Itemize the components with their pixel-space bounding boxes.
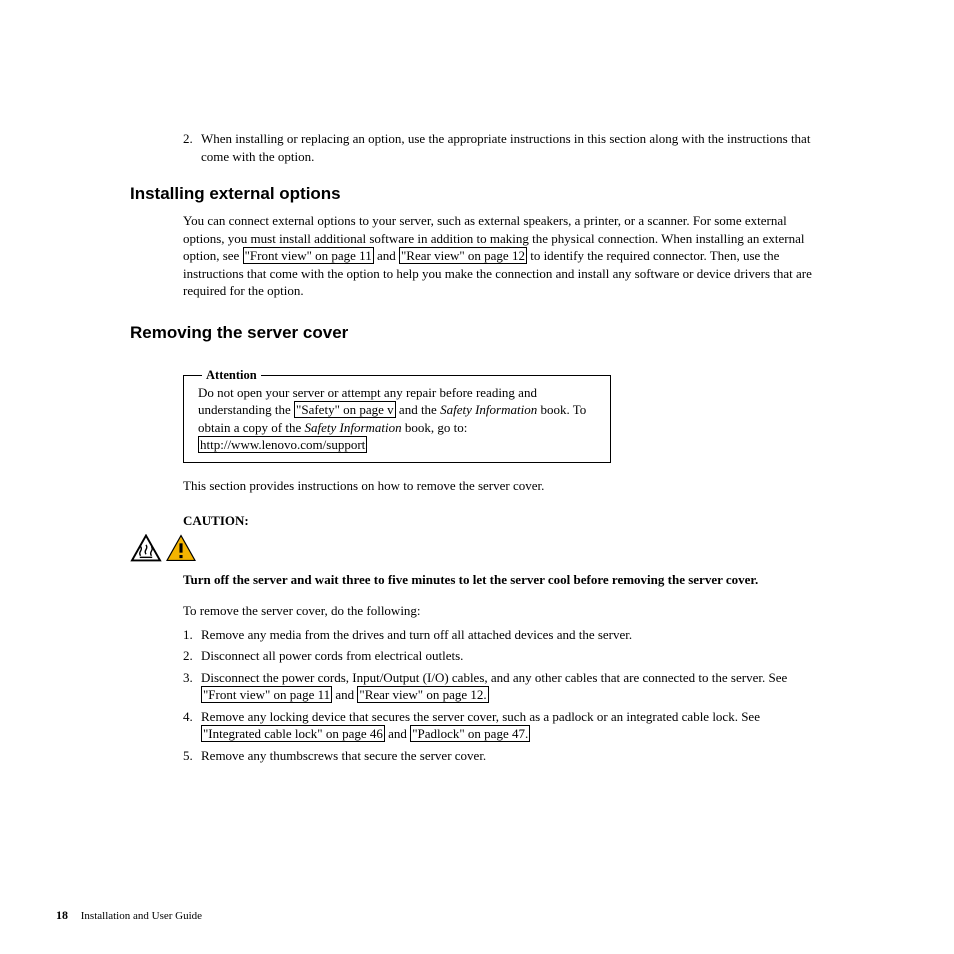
footer-title: Installation and User Guide xyxy=(81,910,202,922)
heading-installing-external-options: Installing external options xyxy=(130,183,819,206)
list-item: 3. Disconnect the power cords, Input/Out… xyxy=(183,669,819,704)
caution-label: CAUTION: xyxy=(183,512,819,530)
paragraph: You can connect external options to your… xyxy=(183,212,819,300)
steps-intro: To remove the server cover, do the follo… xyxy=(183,602,819,620)
list-number: 5. xyxy=(183,747,201,765)
page-footer: 18 Installation and User Guide xyxy=(56,907,202,924)
caution-icons xyxy=(130,534,819,567)
list-text: Remove any thumbscrews that secure the s… xyxy=(201,747,486,765)
list-number: 1. xyxy=(183,626,201,644)
heading-removing-server-cover: Removing the server cover xyxy=(130,322,819,345)
link-front-view[interactable]: "Front view" on page 11 xyxy=(201,686,332,703)
list-text: Remove any media from the drives and tur… xyxy=(201,626,632,644)
steps-list: 1. Remove any media from the drives and … xyxy=(130,626,819,765)
list-number: 3. xyxy=(183,669,201,704)
hot-surface-icon xyxy=(130,534,162,562)
link-safety[interactable]: "Safety" on page v xyxy=(294,401,396,418)
attention-box: Attention Do not open your server or att… xyxy=(183,375,611,463)
attention-text: Do not open your server or attempt any r… xyxy=(198,384,598,437)
link-lenovo-support[interactable]: http://www.lenovo.com/support xyxy=(198,436,367,453)
link-front-view[interactable]: "Front view" on page 11 xyxy=(243,247,374,264)
list-text: Disconnect the power cords, Input/Output… xyxy=(201,669,819,704)
list-item: 5. Remove any thumbscrews that secure th… xyxy=(183,747,819,765)
list-text: When installing or replacing an option, … xyxy=(201,130,819,165)
link-padlock[interactable]: "Padlock" on page 47. xyxy=(410,725,530,742)
list-item: 2. When installing or replacing an optio… xyxy=(183,130,819,165)
list-text: Disconnect all power cords from electric… xyxy=(201,647,463,665)
caution-text: Turn off the server and wait three to fi… xyxy=(183,571,819,589)
list-item: 4. Remove any locking device that secure… xyxy=(183,708,819,743)
page-number: 18 xyxy=(56,908,68,922)
list-number: 4. xyxy=(183,708,201,743)
list-item: 2. Disconnect all power cords from elect… xyxy=(183,647,819,665)
warning-icon xyxy=(165,534,197,562)
link-integrated-cable-lock[interactable]: "Integrated cable lock" on page 46 xyxy=(201,725,385,742)
attention-label: Attention xyxy=(202,367,261,384)
list-item: 1. Remove any media from the drives and … xyxy=(183,626,819,644)
page-content: 2. When installing or replacing an optio… xyxy=(0,0,954,764)
list-text: Remove any locking device that secures t… xyxy=(201,708,819,743)
list-number: 2. xyxy=(183,130,201,165)
link-rear-view[interactable]: "Rear view" on page 12 xyxy=(399,247,527,264)
paragraph: This section provides instructions on ho… xyxy=(183,477,819,495)
link-rear-view[interactable]: "Rear view" on page 12. xyxy=(357,686,488,703)
list-number: 2. xyxy=(183,647,201,665)
